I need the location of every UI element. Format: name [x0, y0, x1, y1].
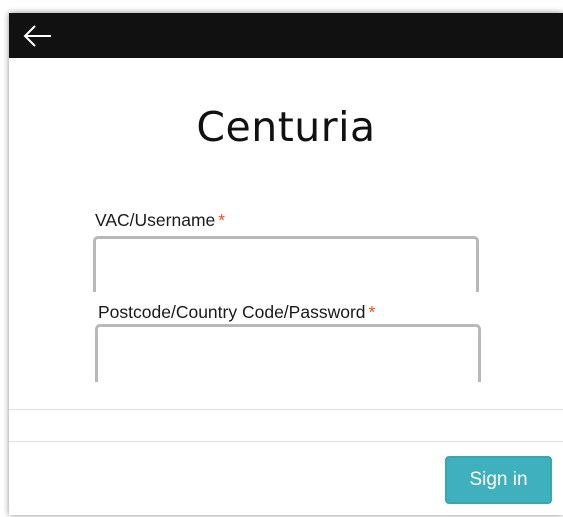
password-label-text: Postcode/Country Code/Password [98, 302, 366, 322]
centuria-logo: Centuria [196, 103, 376, 151]
arrow-left-icon [23, 25, 51, 47]
password-field[interactable] [95, 324, 481, 382]
login-window: Centuria VAC/Username * Postcode/Country … [9, 13, 563, 515]
divider [9, 441, 563, 442]
password-input[interactable] [98, 327, 478, 382]
required-asterisk: * [368, 302, 376, 322]
username-label: VAC/Username * [95, 210, 225, 231]
sign-in-button[interactable]: Sign in [445, 456, 552, 504]
required-asterisk: * [218, 210, 226, 230]
divider [9, 409, 563, 410]
password-label: Postcode/Country Code/Password * [98, 302, 375, 323]
back-button[interactable] [13, 16, 57, 56]
top-bar [9, 13, 563, 58]
username-field[interactable] [93, 236, 479, 292]
username-label-text: VAC/Username [95, 210, 216, 230]
username-input[interactable] [96, 239, 476, 292]
